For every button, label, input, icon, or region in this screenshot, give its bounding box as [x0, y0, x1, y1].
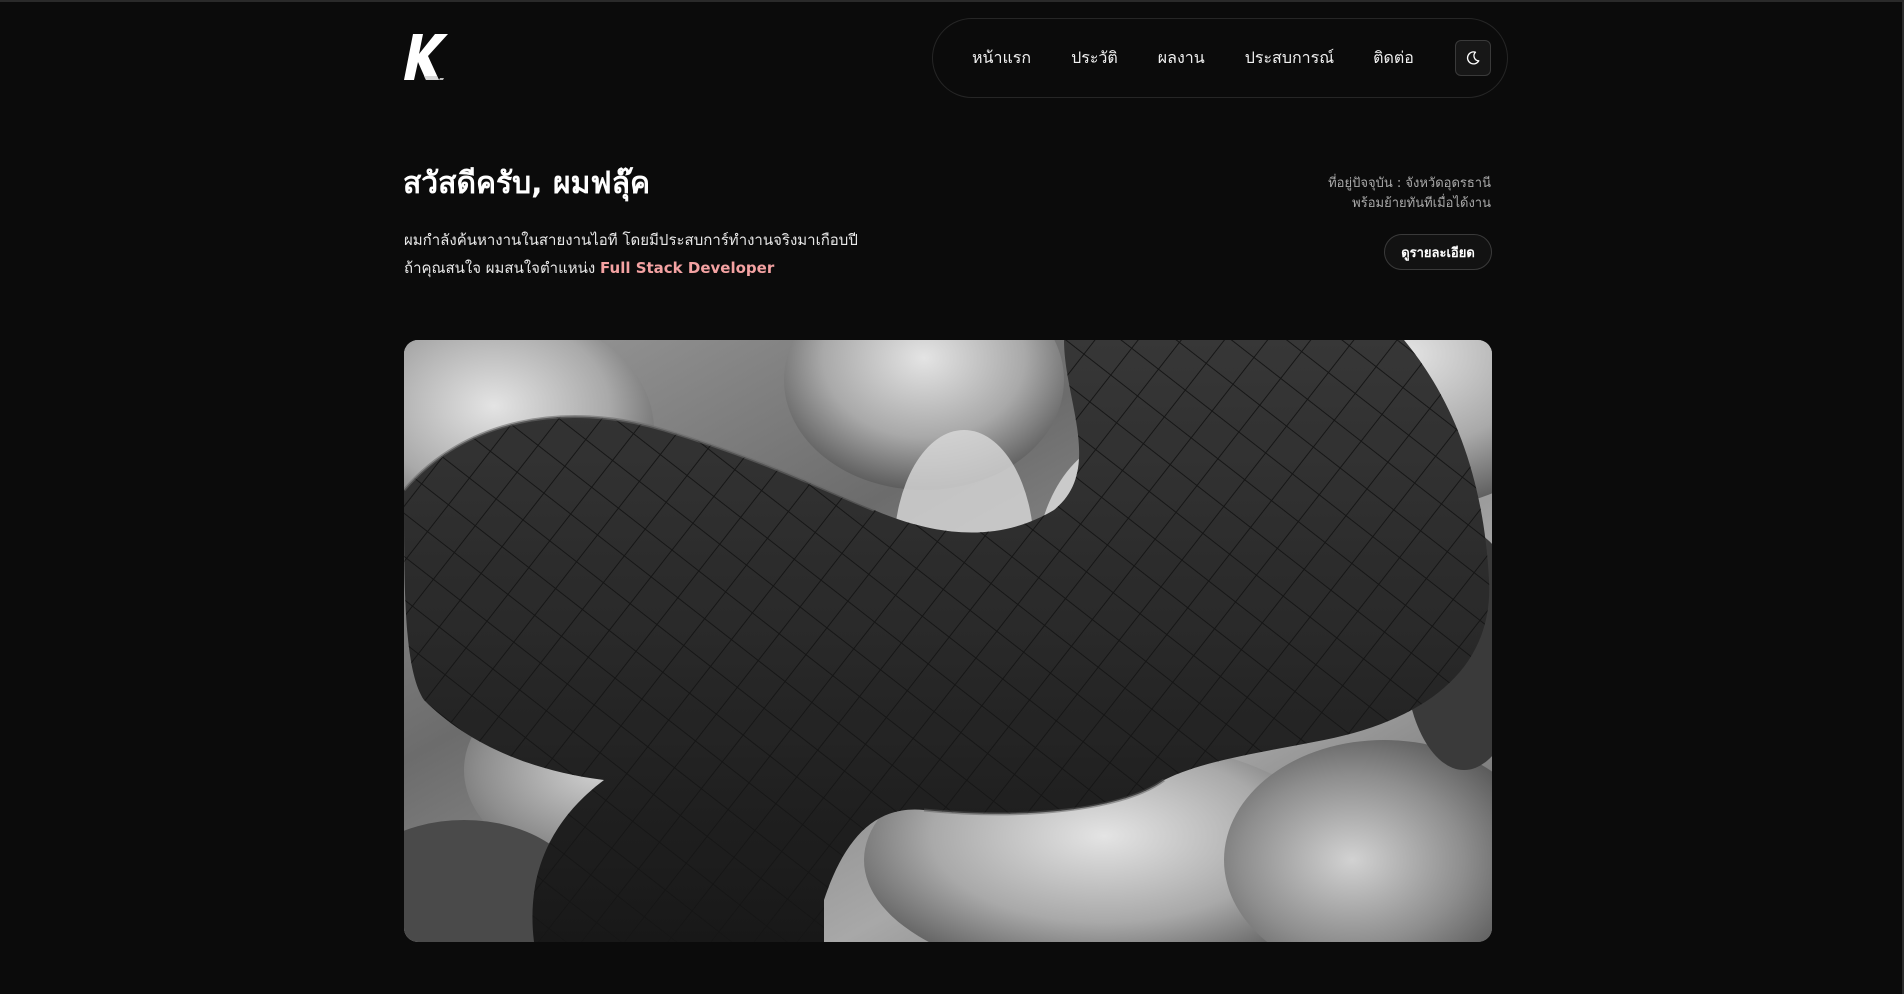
hero-intro-line-1: ผมกำลังค้นหางานในสายงานไอที โดยมีประสบกา… [404, 231, 858, 249]
logo[interactable] [404, 32, 454, 84]
logo-k-icon [404, 34, 448, 80]
hero-intro-line-2: ถ้าคุณสนใจ ผมสนใจตำแหน่ง Full Stack Deve… [404, 256, 774, 280]
theme-toggle-button[interactable] [1454, 40, 1491, 76]
moon-icon [1466, 51, 1480, 65]
hero-intro-prefix: ถ้าคุณสนใจ ผมสนใจตำแหน่ง [404, 259, 601, 277]
nav-item-contact[interactable]: ติดต่อ [1373, 46, 1414, 71]
location-info: ที่อยู่ปัจจุบัน : จังหวัดอุดรธานี พร้อมย… [1328, 174, 1491, 214]
location-relocate: พร้อมย้ายทันทีเมื่อได้งาน [1352, 196, 1491, 211]
abstract-shape-illustration [404, 340, 1492, 942]
hero-image [404, 340, 1492, 942]
page: หน้าแรก ประวัติ ผลงาน ประสบการณ์ ติดต่อ … [0, 0, 1904, 994]
nav-item-about[interactable]: ประวัติ [1071, 46, 1118, 71]
main-nav: หน้าแรก ประวัติ ผลงาน ประสบการณ์ ติดต่อ [932, 18, 1508, 98]
location-current: ที่อยู่ปัจจุบัน : จังหวัดอุดรธานี [1328, 176, 1491, 191]
nav-item-home[interactable]: หน้าแรก [972, 46, 1031, 71]
hero-title: สวัสดีครับ, ผมฟลุ๊ค [403, 166, 651, 201]
job-title-highlight: Full Stack Developer [600, 259, 775, 277]
nav-item-experience[interactable]: ประสบการณ์ [1245, 46, 1334, 71]
view-details-button[interactable]: ดูรายละเอียด [1384, 234, 1492, 270]
nav-item-portfolio[interactable]: ผลงาน [1158, 46, 1205, 71]
